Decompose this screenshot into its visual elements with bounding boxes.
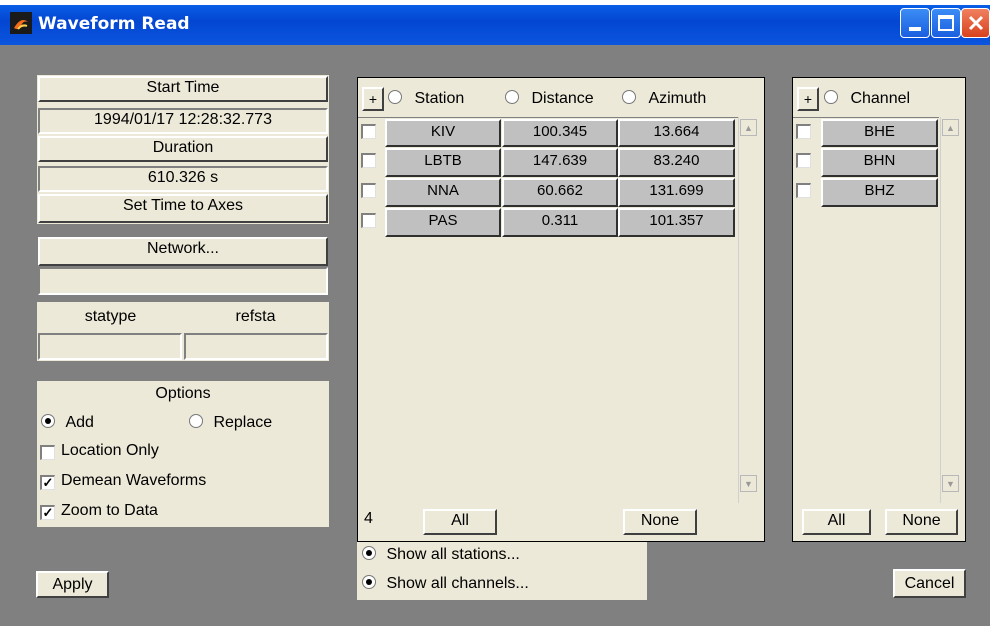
sort-azimuth-label: Azimuth [648, 90, 707, 107]
sort-channel-indicator [824, 90, 838, 104]
station-count: 4 [364, 510, 373, 527]
apply-button[interactable]: Apply [36, 571, 109, 598]
network-field[interactable] [38, 267, 328, 295]
network-button[interactable]: Network... [38, 237, 328, 266]
maximize-icon [938, 15, 954, 31]
location-only-label: Location Only [61, 442, 159, 459]
start-time-field[interactable]: 1994/01/17 12:28:32.773 [38, 108, 328, 134]
add-radio[interactable]: Add [41, 414, 94, 432]
close-icon [968, 15, 984, 31]
maximize-button[interactable] [931, 8, 961, 38]
channel-all-button[interactable]: All [802, 509, 871, 535]
sort-azimuth-radio[interactable]: Azimuth [622, 90, 706, 108]
add-radio-label: Add [65, 414, 94, 431]
scroll-down-icon[interactable]: ▼ [740, 475, 757, 492]
channel-checkbox[interactable] [796, 153, 811, 168]
options-title: Options [155, 385, 211, 402]
refsta-field[interactable] [184, 333, 328, 360]
station-name[interactable]: PAS [385, 208, 501, 237]
station-azimuth: 83.240 [618, 148, 735, 177]
show-all-stations-radio[interactable]: Show all stations... [362, 546, 520, 564]
scroll-up-icon[interactable]: ▲ [942, 119, 959, 136]
station-scrollbar[interactable]: ▲ ▼ [738, 117, 757, 503]
channel-name[interactable]: BHN [821, 148, 938, 177]
minimize-button[interactable] [900, 8, 930, 38]
station-checkbox[interactable] [361, 124, 376, 139]
sort-distance-label: Distance [531, 90, 594, 107]
start-time-header: Start Time [38, 76, 328, 102]
duration-field[interactable]: 610.326 s [38, 166, 328, 192]
sort-channel-label: Channel [850, 90, 911, 107]
statype-field[interactable] [38, 333, 182, 360]
scroll-down-icon[interactable]: ▼ [942, 475, 959, 492]
sort-station-radio[interactable]: Station [388, 90, 464, 108]
scroll-up-icon[interactable]: ▲ [740, 119, 757, 136]
set-time-to-axes-button[interactable]: Set Time to Axes [38, 194, 328, 223]
replace-radio[interactable]: Replace [189, 414, 272, 432]
channel-name[interactable]: BHZ [821, 178, 938, 207]
sort-channel-radio[interactable]: Channel [824, 90, 910, 108]
station-distance: 147.639 [502, 148, 618, 177]
station-distance: 0.311 [502, 208, 618, 237]
station-all-button[interactable]: All [423, 509, 497, 535]
station-azimuth: 101.357 [618, 208, 735, 237]
station-name[interactable]: KIV [385, 119, 501, 147]
station-distance: 100.345 [502, 119, 618, 147]
station-name[interactable]: LBTB [385, 148, 501, 177]
sort-station-indicator [388, 90, 402, 104]
replace-radio-indicator [189, 414, 203, 428]
show-all-channels-indicator [362, 575, 376, 589]
demean-checkbox[interactable]: ✓ [40, 475, 55, 490]
location-only-checkbox[interactable] [40, 445, 55, 460]
station-add-button[interactable]: + [362, 87, 384, 111]
java-app-icon [10, 12, 32, 34]
cancel-button[interactable]: Cancel [893, 569, 966, 598]
channel-none-button[interactable]: None [885, 509, 958, 535]
station-checkbox[interactable] [361, 183, 376, 198]
close-button[interactable] [961, 8, 990, 38]
show-all-stations-label: Show all stations... [386, 546, 520, 563]
channel-checkbox[interactable] [796, 183, 811, 198]
show-all-channels-radio[interactable]: Show all channels... [362, 575, 529, 593]
add-radio-indicator [41, 414, 55, 428]
refsta-label: refsta [235, 308, 276, 325]
sort-station-label: Station [414, 90, 465, 107]
duration-header: Duration [38, 136, 328, 162]
station-none-button[interactable]: None [623, 509, 697, 535]
station-checkbox[interactable] [361, 213, 376, 228]
channel-checkbox[interactable] [796, 124, 811, 139]
station-azimuth: 13.664 [618, 119, 735, 147]
show-all-channels-label: Show all channels... [386, 575, 529, 592]
station-azimuth: 131.699 [618, 178, 735, 207]
window-title: Waveform Read [38, 14, 190, 34]
zoom-checkbox[interactable]: ✓ [40, 505, 55, 520]
show-all-stations-indicator [362, 546, 376, 560]
sort-distance-indicator [505, 90, 519, 104]
channel-scrollbar[interactable]: ▲ ▼ [940, 117, 959, 503]
station-name[interactable]: NNA [385, 178, 501, 207]
sort-distance-radio[interactable]: Distance [505, 90, 594, 108]
statype-label: statype [84, 308, 137, 325]
sort-azimuth-indicator [622, 90, 636, 104]
station-checkbox[interactable] [361, 153, 376, 168]
demean-label: Demean Waveforms [61, 472, 207, 489]
replace-radio-label: Replace [213, 414, 273, 431]
minimize-icon [909, 27, 921, 31]
zoom-label: Zoom to Data [61, 502, 158, 519]
station-distance: 60.662 [502, 178, 618, 207]
channel-add-button[interactable]: + [797, 87, 819, 111]
channel-name[interactable]: BHE [821, 119, 938, 147]
